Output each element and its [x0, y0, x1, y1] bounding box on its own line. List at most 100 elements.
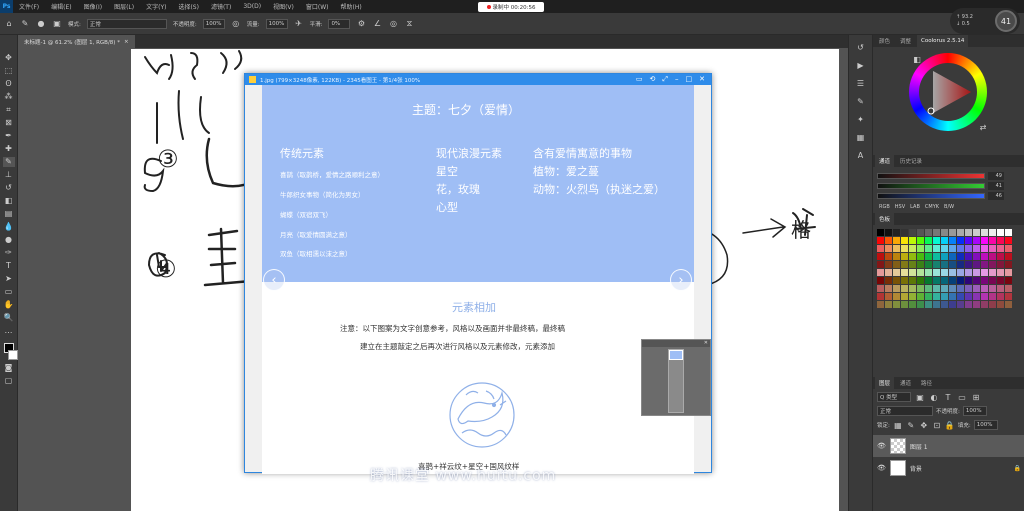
color-swatch[interactable]	[973, 277, 980, 284]
color-swatch[interactable]	[917, 237, 924, 244]
navigator-thumbnail[interactable]	[668, 349, 684, 413]
color-swatch[interactable]	[877, 269, 884, 276]
layer-name[interactable]: 背景	[910, 464, 922, 473]
close-icon[interactable]: ✕	[699, 74, 705, 85]
history-icon[interactable]: ↺	[855, 43, 867, 53]
more-tools-icon[interactable]: …	[3, 326, 15, 336]
color-swatch[interactable]	[893, 229, 900, 236]
color-swatch[interactable]	[989, 229, 996, 236]
color-swatch[interactable]	[981, 301, 988, 308]
menu-filter[interactable]: 滤镜(T)	[205, 2, 237, 11]
color-swatch[interactable]	[941, 285, 948, 292]
background-color-swatch[interactable]	[7, 350, 18, 360]
color-swatch[interactable]	[925, 253, 932, 260]
color-swatch[interactable]	[925, 293, 932, 300]
color-swatch[interactable]	[989, 245, 996, 252]
healing-tool-icon[interactable]: ✚	[3, 144, 15, 154]
color-swatch[interactable]	[885, 261, 892, 268]
color-swatch[interactable]	[909, 285, 916, 292]
tab-paths[interactable]: 路径	[917, 377, 936, 389]
color-swatch[interactable]	[949, 229, 956, 236]
color-swatch[interactable]	[901, 293, 908, 300]
fullscreen-icon[interactable]: ⤢	[662, 74, 668, 85]
color-swatch[interactable]	[933, 261, 940, 268]
color-swatch[interactable]	[901, 229, 908, 236]
color-swatch[interactable]	[933, 293, 940, 300]
color-swatch[interactable]	[981, 285, 988, 292]
color-swatch[interactable]	[981, 277, 988, 284]
tab-layers[interactable]: 图层	[875, 377, 895, 389]
color-swatch[interactable]	[957, 245, 964, 252]
color-swatch[interactable]	[901, 261, 908, 268]
frame-tool-icon[interactable]: ⊠	[3, 118, 15, 128]
color-swatch[interactable]	[909, 245, 916, 252]
menu-layer[interactable]: 图层(L)	[108, 2, 140, 11]
color-swatch[interactable]	[933, 301, 940, 308]
color-swatch[interactable]	[893, 253, 900, 260]
color-swatch[interactable]	[965, 293, 972, 300]
color-triangle[interactable]	[873, 47, 1024, 155]
slider-green-value[interactable]: 41	[988, 182, 1004, 190]
tab-color[interactable]: 颜色	[875, 35, 894, 47]
color-swatch[interactable]	[925, 229, 932, 236]
color-swatch[interactable]	[925, 269, 932, 276]
smooth-settings-gear-icon[interactable]: ⚙	[356, 19, 366, 29]
hand-tool-icon[interactable]: ✋	[3, 300, 15, 310]
lock-all-icon[interactable]: 🔒	[945, 420, 955, 430]
color-swatch[interactable]	[925, 237, 932, 244]
color-swatch[interactable]	[965, 237, 972, 244]
color-swatch[interactable]	[989, 237, 996, 244]
stamp-tool-icon[interactable]: ⊥	[3, 170, 15, 180]
color-swatch[interactable]	[949, 301, 956, 308]
marquee-tool-icon[interactable]: ⬚	[3, 66, 15, 76]
color-swatch[interactable]	[965, 253, 972, 260]
color-swatch[interactable]	[933, 237, 940, 244]
symmetry-icon[interactable]: ⧖	[404, 19, 414, 29]
color-swatch[interactable]	[973, 245, 980, 252]
move-tool-icon[interactable]: ✥	[3, 53, 15, 63]
screen-mode-icon[interactable]: ▢	[3, 376, 15, 386]
color-swatch[interactable]	[893, 301, 900, 308]
filter-adjust-icon[interactable]: ◐	[929, 392, 939, 402]
color-swatch[interactable]	[925, 277, 932, 284]
layer-name[interactable]: 图层 1	[910, 442, 928, 451]
color-swatch[interactable]	[917, 285, 924, 292]
color-swatch[interactable]	[949, 245, 956, 252]
color-swatch[interactable]	[877, 261, 884, 268]
color-swatch[interactable]	[957, 277, 964, 284]
color-swatch[interactable]	[885, 237, 892, 244]
color-swatch[interactable]	[909, 237, 916, 244]
color-swatch[interactable]	[909, 301, 916, 308]
color-swatch[interactable]	[973, 293, 980, 300]
lock-pixels-icon[interactable]: ▦	[893, 420, 903, 430]
navigator-close-icon[interactable]: ✕	[704, 340, 708, 347]
layer-row[interactable]: 👁 背景 🔒	[873, 457, 1024, 479]
lasso-tool-icon[interactable]: ʘ	[3, 79, 15, 89]
color-swatch[interactable]	[885, 301, 892, 308]
color-swatch[interactable]	[933, 229, 940, 236]
color-swatch[interactable]	[917, 261, 924, 268]
color-swatch[interactable]	[973, 237, 980, 244]
color-swatch[interactable]	[893, 245, 900, 252]
menu-window[interactable]: 窗口(W)	[300, 2, 335, 11]
document-tab[interactable]: 未标题-1 @ 61.2% (图层 1, RGB/8) * ×	[18, 35, 135, 48]
color-swatch[interactable]	[877, 301, 884, 308]
color-swatch[interactable]	[925, 245, 932, 252]
minimize-icon[interactable]: ▭	[636, 74, 643, 85]
pressure-size-icon[interactable]: ◎	[388, 19, 398, 29]
color-swatch[interactable]	[941, 301, 948, 308]
settings-icon[interactable]: ⟲	[650, 74, 656, 85]
color-swatch[interactable]	[989, 261, 996, 268]
color-swatch[interactable]	[981, 261, 988, 268]
tab-layer-channels[interactable]: 通道	[896, 377, 915, 389]
slider-red[interactable]: 49	[873, 171, 1024, 181]
color-swatch[interactable]	[1005, 237, 1012, 244]
blend-mode-select[interactable]: 正常	[877, 406, 933, 416]
color-swatch[interactable]	[941, 253, 948, 260]
color-swatch[interactable]	[981, 293, 988, 300]
color-swatch[interactable]	[997, 293, 1004, 300]
color-swatch[interactable]	[917, 293, 924, 300]
color-swatch[interactable]	[957, 269, 964, 276]
next-image-button[interactable]: ›	[670, 269, 692, 291]
color-swatch[interactable]	[965, 245, 972, 252]
